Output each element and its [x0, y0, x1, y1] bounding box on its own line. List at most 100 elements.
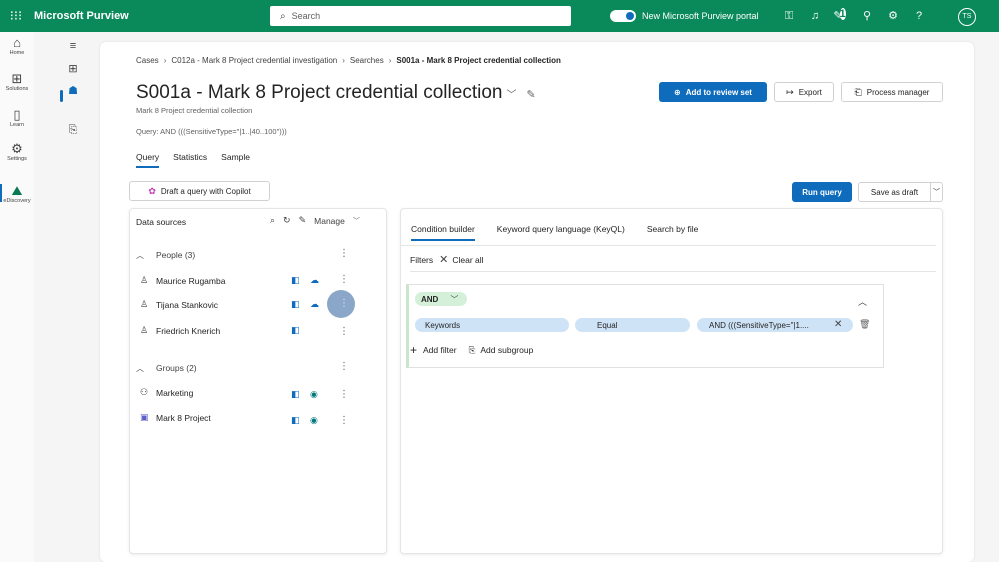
chevron-down-icon[interactable]: ﹀: [353, 216, 360, 226]
page-title: S001a - Mark 8 Project credential collec…: [136, 82, 536, 103]
hamburger-icon[interactable]: ≡: [58, 40, 88, 52]
more-options-icon[interactable]: ⋮: [339, 326, 349, 337]
search-icon: ⌕: [280, 10, 286, 22]
exchange-icon: ◧: [291, 299, 300, 309]
chevron-up-icon[interactable]: ︿: [858, 295, 867, 308]
list-item[interactable]: ▣ Mark 8 Project: [140, 412, 211, 423]
search-icon[interactable]: ⌕: [270, 215, 275, 226]
rail-item-solutions[interactable]: ⊞ Solutions: [0, 71, 34, 93]
connect-icon[interactable]: ⚲: [854, 6, 880, 26]
search-placeholder: Search: [291, 11, 321, 21]
chevron-down-icon[interactable]: ﹀: [506, 90, 516, 101]
exchange-icon: ◧: [291, 389, 300, 399]
solutions-icon: ⊞: [11, 71, 23, 86]
export-button[interactable]: ↦ Export: [774, 82, 834, 102]
data-sources-title: Data sources: [136, 217, 187, 227]
tab-search-by-file[interactable]: Search by file: [647, 224, 699, 241]
copilot-icon[interactable]: ✎1: [828, 6, 854, 26]
tab-sample[interactable]: Sample: [221, 152, 250, 168]
process-manager-button[interactable]: ⎗ Process manager: [841, 82, 943, 102]
onedrive-icon: ☁: [310, 299, 319, 309]
save-options-chevron-icon[interactable]: ﹀: [930, 182, 943, 202]
exchange-icon: ◧: [291, 415, 300, 425]
operator-dropdown[interactable]: AND ﹀: [415, 292, 467, 306]
help-icon[interactable]: ?: [906, 6, 932, 26]
breadcrumb-current: S001a - Mark 8 Project credential collec…: [396, 56, 561, 65]
close-icon[interactable]: ✕: [439, 253, 448, 266]
copilot-draft-button[interactable]: ✿ Draft a query with Copilot: [129, 181, 270, 201]
more-options-icon[interactable]: ⋮: [339, 248, 349, 259]
plus-icon: +: [410, 343, 418, 357]
refresh-icon[interactable]: ↻: [283, 215, 291, 226]
rail-item-ediscovery[interactable]: ⛰ eDiscovery: [0, 184, 34, 205]
groups-group-header[interactable]: ︿ Groups (2): [136, 363, 197, 374]
gear-icon[interactable]: ⚙: [880, 6, 906, 26]
audit-icon[interactable]: ⎘: [58, 124, 88, 137]
breadcrumb-searches[interactable]: Searches: [350, 56, 384, 65]
portal-toggle[interactable]: [610, 10, 636, 22]
learn-icon: ▯: [13, 107, 21, 122]
tab-keyql[interactable]: Keyword query language (KeyQL): [497, 224, 625, 241]
avatar[interactable]: TS: [958, 8, 976, 26]
bell-icon[interactable]: ♫: [802, 6, 828, 26]
onedrive-icon: ☁: [310, 275, 319, 285]
edit-icon[interactable]: ✎: [526, 89, 535, 101]
tab-statistics[interactable]: Statistics: [173, 152, 207, 168]
trash-icon[interactable]: 🗑: [859, 319, 870, 330]
add-subgroup-button[interactable]: Add subgroup: [480, 345, 533, 355]
edit-icon[interactable]: ✎: [299, 215, 307, 226]
data-sources-toolbar: ⌕ ↻ ✎ Manage ﹀: [270, 215, 368, 226]
more-options-icon[interactable]: ⋮: [339, 415, 349, 426]
add-filter-button[interactable]: Add filter: [423, 345, 457, 355]
breadcrumb: Cases › C012a - Mark 8 Project credential …: [136, 56, 561, 65]
exchange-icon: ◧: [291, 275, 300, 285]
run-query-button[interactable]: Run query: [792, 182, 852, 202]
copilot-icon: ✿: [148, 185, 156, 196]
more-options-icon[interactable]: ⋮: [339, 298, 349, 309]
operator-select[interactable]: Equal: [575, 318, 690, 332]
divider: [410, 271, 936, 272]
filters-bar: Filters ✕ Clear all: [410, 253, 484, 266]
field-dropdown[interactable]: Keywords: [415, 318, 569, 332]
list-item[interactable]: ⚇ Marketing: [140, 387, 193, 398]
sharepoint-icon: ◉: [310, 389, 318, 399]
breadcrumb-case[interactable]: C012a - Mark 8 Project credential invest…: [171, 56, 337, 65]
sharepoint-icon: ◉: [310, 415, 318, 425]
list-item[interactable]: ♙ Maurice Rugamba: [140, 275, 225, 286]
list-item[interactable]: ♙ Friedrich Knerich: [140, 325, 220, 336]
person-icon: ♙: [140, 299, 149, 309]
add-to-review-set-button[interactable]: ⊕ Add to review set: [659, 82, 767, 102]
group-icon: ⚇: [140, 387, 149, 397]
value-field[interactable]: AND (((SensitiveType="|1....: [697, 318, 853, 332]
export-icon: ↦: [786, 86, 794, 97]
people-group-header[interactable]: ︿ People (3): [136, 250, 195, 261]
tab-condition-builder[interactable]: Condition builder: [411, 224, 475, 241]
clear-all-button[interactable]: Clear all: [452, 255, 483, 265]
app-title[interactable]: Microsoft Purview: [34, 10, 129, 22]
rail-item-settings[interactable]: ⚙ Settings: [0, 142, 34, 163]
close-icon[interactable]: ✕: [834, 319, 842, 330]
breadcrumb-cases[interactable]: Cases: [136, 56, 159, 65]
more-options-icon[interactable]: ⋮: [339, 361, 349, 372]
plus-circle-icon: ⊕: [674, 87, 681, 97]
rail-item-learn[interactable]: ▯ Learn: [0, 107, 34, 129]
manage-button[interactable]: Manage: [314, 216, 345, 226]
save-as-draft-button[interactable]: Save as draft: [858, 182, 931, 202]
teams-icon: ▣: [140, 412, 149, 422]
chevron-down-icon: ﹀: [450, 294, 459, 304]
exchange-icon: ◧: [291, 325, 300, 335]
chevron-right-icon: ›: [342, 56, 345, 65]
app-launcher-icon[interactable]: ⁝⁝⁝: [0, 8, 32, 24]
org-icon[interactable]: ⚿: [776, 6, 802, 26]
list-item[interactable]: ♙ Tijana Stankovic: [140, 299, 218, 310]
chevron-up-icon: ︿: [136, 251, 144, 260]
grid-icon[interactable]: ⊞: [58, 62, 88, 75]
rail-item-home[interactable]: ⌂ Home: [0, 36, 34, 57]
secondary-rail: ≡ ⊞ ☗ ⎘: [58, 32, 88, 562]
tab-query[interactable]: Query: [136, 152, 160, 168]
search-box[interactable]: ⌕ Search: [270, 6, 571, 26]
more-options-icon[interactable]: ⋮: [339, 389, 349, 400]
query-summary: Query: AND (((SensitiveType="|1..|40..10…: [136, 127, 287, 136]
more-options-icon[interactable]: ⋮: [339, 274, 349, 285]
page-tabs: Query Statistics Sample: [136, 152, 264, 168]
